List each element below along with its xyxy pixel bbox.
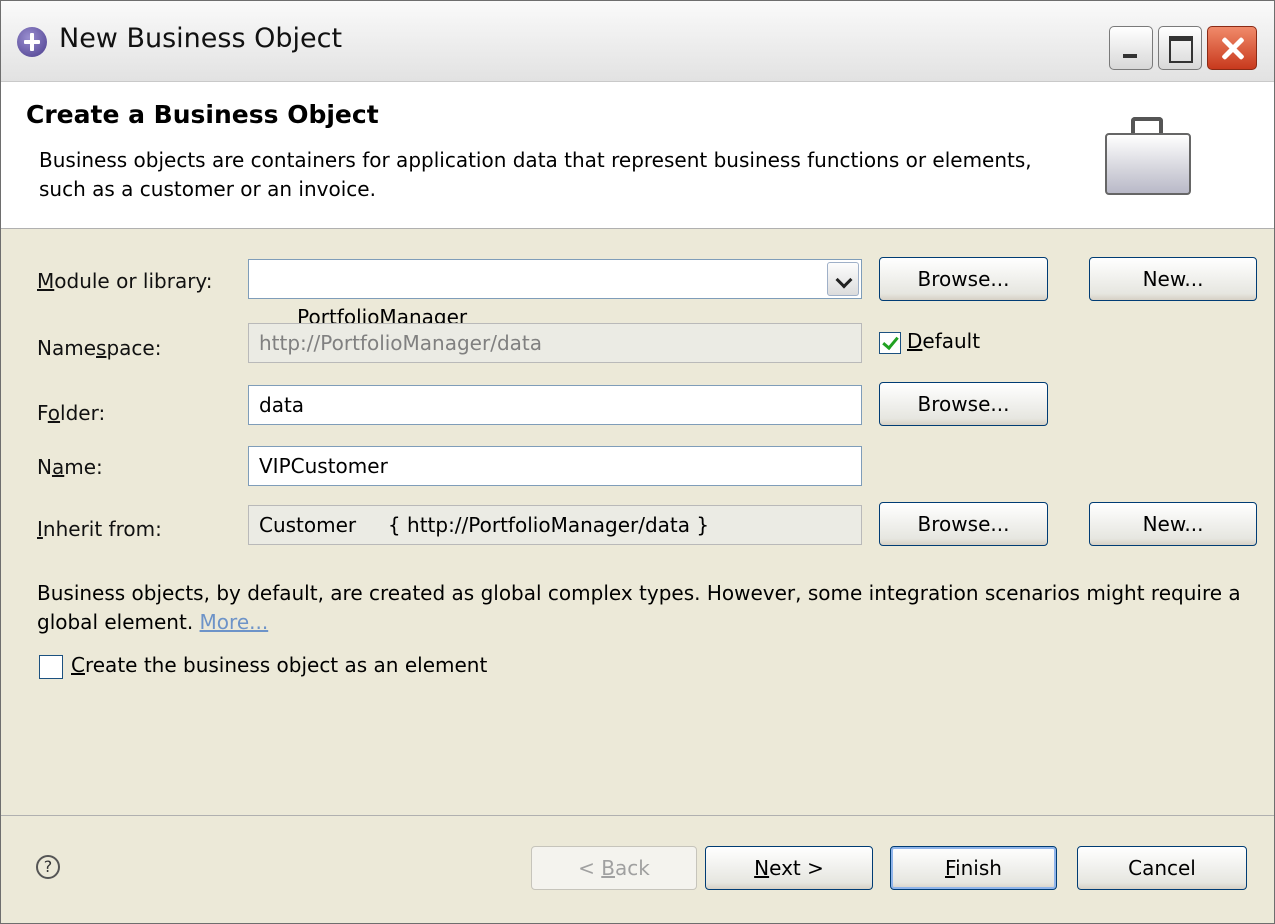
briefcase-icon [1105,117,1191,197]
inherit-field: Customer { http://PortfolioManager/data … [248,505,862,545]
wizard-header: Create a Business Object Business object… [1,82,1274,229]
folder-browse-button[interactable]: Browse... [879,382,1048,426]
help-icon[interactable]: ? [36,855,60,879]
maximize-button[interactable] [1158,26,1202,70]
namespace-label: Namespace: [37,336,162,360]
inherit-browse-button[interactable]: Browse... [879,502,1048,546]
create-as-element-label[interactable]: Create the business object as an element [71,653,487,677]
page-description: Business objects are containers for appl… [39,148,1032,201]
cancel-button[interactable]: Cancel [1077,846,1247,890]
name-field[interactable]: VIPCustomer [248,446,862,486]
window-title: New Business Object [59,23,343,54]
create-as-element-checkbox[interactable] [39,655,63,679]
wizard-content: Module or library: PortfolioManager Brow… [1,229,1274,815]
namespace-field: http://PortfolioManager/data [248,323,862,363]
title-bar: New Business Object [1,1,1274,82]
back-button: < Back [531,846,697,890]
inherit-label: Inherit from: [37,517,162,541]
close-button[interactable] [1207,26,1257,70]
new-business-object-dialog: New Business Object Create a Business Ob… [0,0,1275,924]
more-link[interactable]: More... [200,610,269,634]
default-checkbox-label[interactable]: Default [907,329,980,353]
module-label: Module or library: [37,269,213,293]
folder-label: Folder: [37,401,106,425]
next-button[interactable]: Next > [705,846,873,890]
footer-separator [1,815,1274,816]
page-title: Create a Business Object [26,100,379,129]
module-new-button[interactable]: New... [1089,257,1257,301]
module-browse-button[interactable]: Browse... [879,257,1048,301]
folder-field[interactable]: data [248,385,862,425]
module-combo[interactable]: PortfolioManager [248,259,862,329]
minimize-button[interactable] [1109,26,1153,70]
app-logo-icon [17,27,47,57]
name-label: Name: [37,455,103,479]
inherit-new-button[interactable]: New... [1089,502,1257,546]
chevron-down-icon[interactable] [827,262,859,296]
finish-button[interactable]: Finish [890,846,1057,890]
default-namespace-checkbox[interactable] [879,332,901,354]
info-text: Business objects, by default, are create… [37,579,1262,637]
